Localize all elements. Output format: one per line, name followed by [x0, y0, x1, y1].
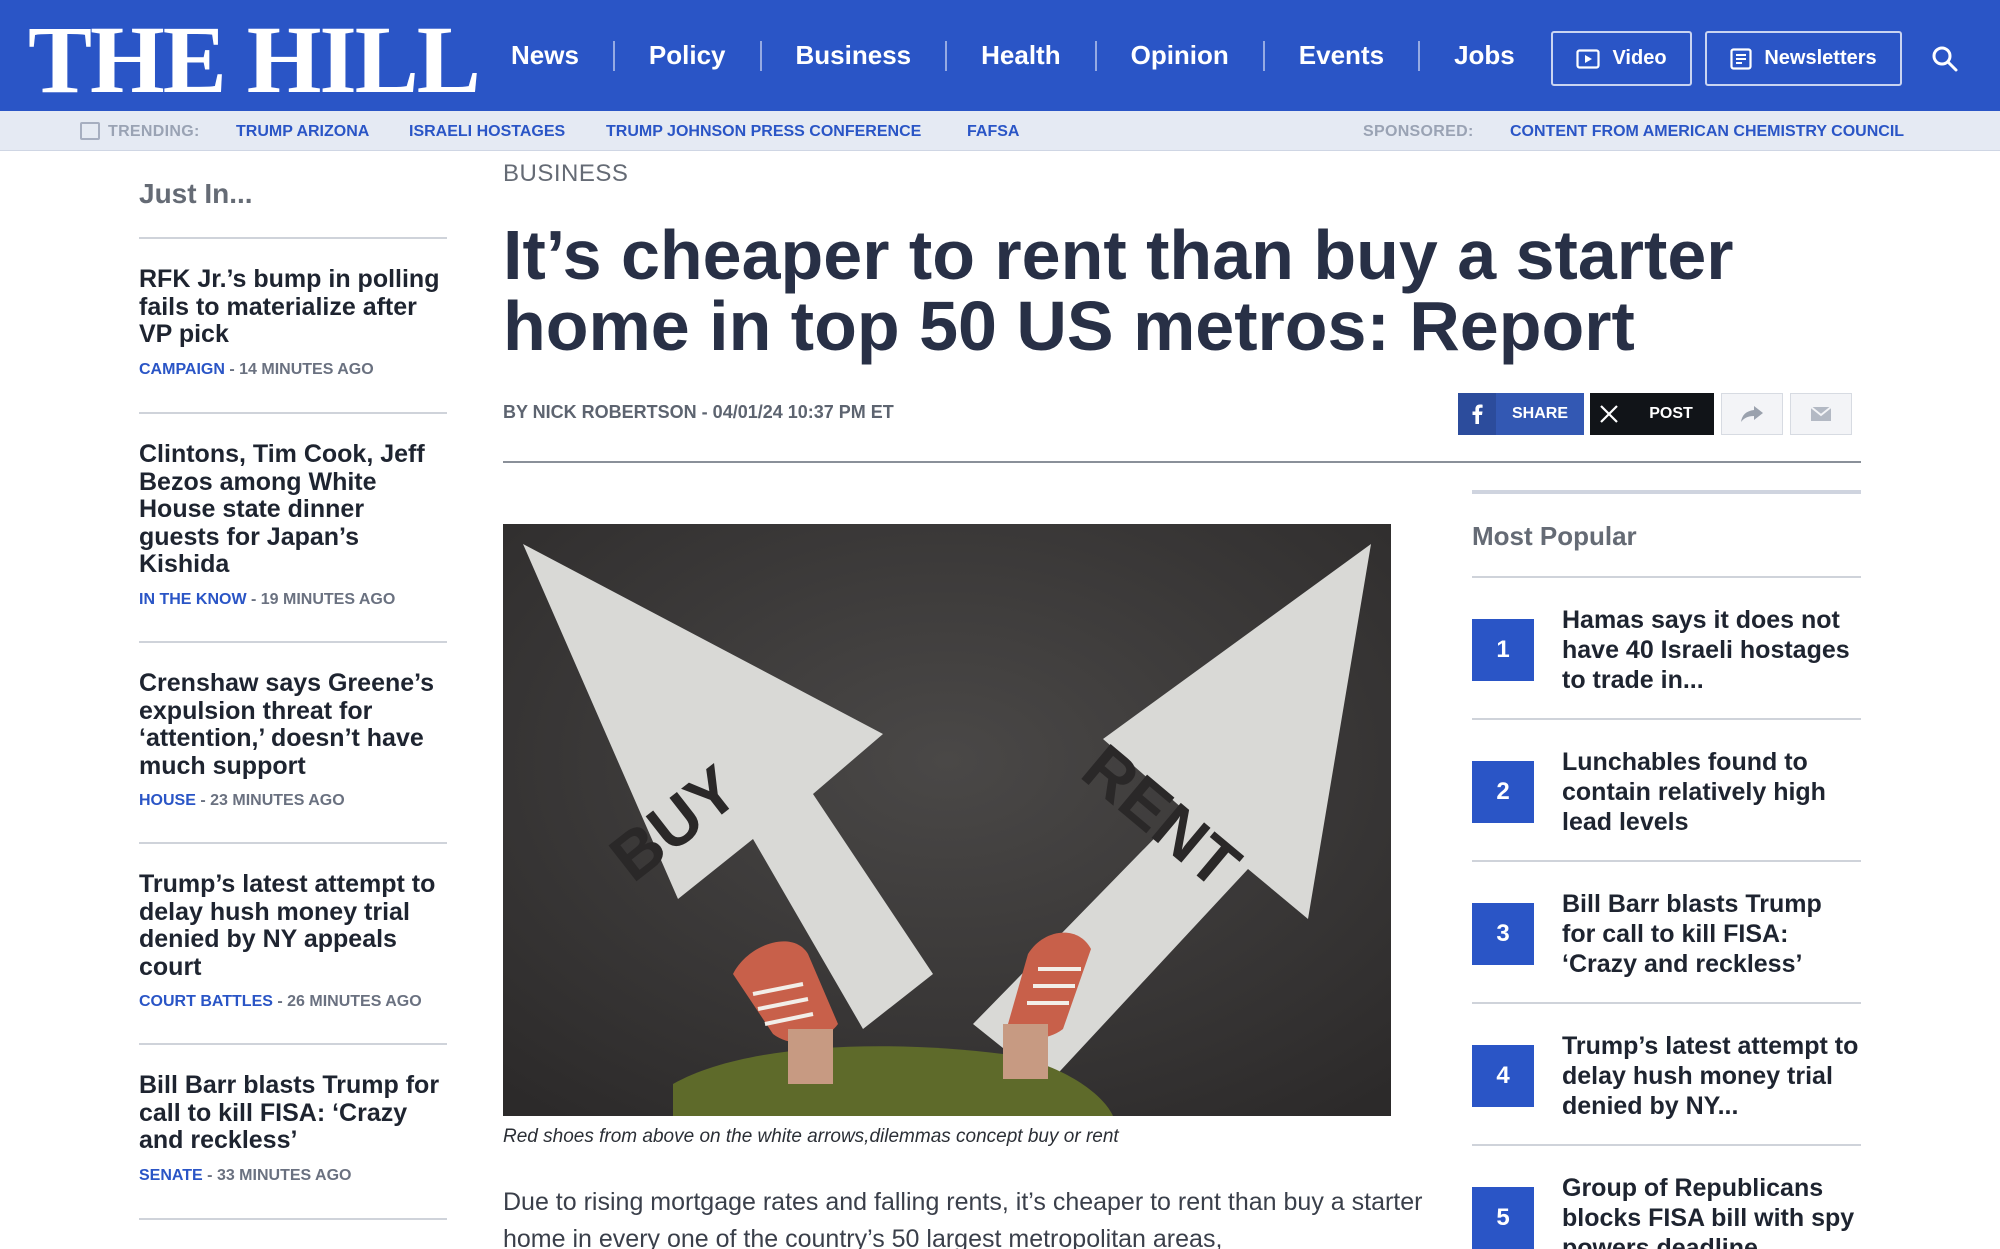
- divider: [139, 1218, 447, 1220]
- most-popular-item: 3 Bill Barr blasts Trump for call to kil…: [1472, 861, 1861, 981]
- nav-jobs[interactable]: Jobs: [1420, 40, 1549, 71]
- email-icon[interactable]: [1790, 393, 1852, 435]
- most-popular-headline[interactable]: Trump’s latest attempt to delay hush mon…: [1562, 1031, 1862, 1121]
- just-in-title: Just In...: [139, 178, 253, 209]
- rank-badge: 1: [1472, 619, 1534, 681]
- just-in-category[interactable]: IN THE KNOW: [139, 591, 247, 608]
- video-icon: [1576, 48, 1601, 69]
- just-in-headline[interactable]: Bill Barr blasts Trump for call to kill …: [139, 1071, 449, 1155]
- divider: [1472, 490, 1861, 494]
- just-in-time: - 26 MINUTES AGO: [272, 993, 422, 1010]
- newsletters-button[interactable]: Newsletters: [1705, 31, 1902, 86]
- main-nav: News Policy Business Health Opinion Even…: [485, 0, 1549, 111]
- rank-badge: 3: [1472, 903, 1534, 965]
- just-in-item: Clintons, Tim Cook, Jeff Bezos among Whi…: [139, 440, 449, 609]
- just-in-headline[interactable]: Clintons, Tim Cook, Jeff Bezos among Whi…: [139, 440, 449, 579]
- search-icon[interactable]: [1930, 44, 1960, 74]
- trending-link[interactable]: ISRAELI HOSTAGES: [409, 123, 565, 141]
- newsletters-label: Newsletters: [1764, 47, 1877, 69]
- divider: [139, 641, 447, 643]
- nav-business[interactable]: Business: [762, 40, 946, 71]
- trending-label: TRENDING:: [108, 123, 200, 140]
- x-post-label: POST: [1649, 405, 1693, 422]
- rank-badge: 2: [1472, 761, 1534, 823]
- divider: [139, 412, 447, 414]
- most-popular-headline[interactable]: Lunchables found to contain relatively h…: [1562, 747, 1862, 837]
- just-in-meta: SENATE - 33 MINUTES AGO: [139, 1167, 449, 1185]
- just-in-meta: IN THE KNOW - 19 MINUTES AGO: [139, 591, 449, 609]
- just-in-headline[interactable]: RFK Jr.’s bump in polling fails to mater…: [139, 265, 449, 349]
- article-section[interactable]: BUSINESS: [503, 160, 628, 188]
- just-in-meta: CAMPAIGN - 14 MINUTES AGO: [139, 361, 449, 379]
- article-hero-image: BUY RENT: [503, 524, 1391, 1116]
- nav-events[interactable]: Events: [1265, 40, 1418, 71]
- divider: [139, 1043, 447, 1045]
- trending-link[interactable]: FAFSA: [967, 123, 1019, 141]
- most-popular-headline[interactable]: Hamas says it does not have 40 Israeli h…: [1562, 605, 1862, 695]
- x-post-button[interactable]: POST: [1590, 393, 1714, 435]
- most-popular-item: 1 Hamas says it does not have 40 Israeli…: [1472, 577, 1861, 697]
- article-headline: It’s cheaper to rent than buy a starter …: [503, 216, 1734, 365]
- video-button[interactable]: Video: [1551, 31, 1692, 86]
- just-in-time: - 23 MINUTES AGO: [195, 792, 345, 809]
- nav-news[interactable]: News: [485, 40, 613, 71]
- most-popular-item: 2 Lunchables found to contain relatively…: [1472, 719, 1861, 839]
- trending-icon: [80, 122, 100, 140]
- nav-opinion[interactable]: Opinion: [1097, 40, 1263, 71]
- divider: [503, 461, 1861, 463]
- image-caption: Red shoes from above on the white arrows…: [503, 1126, 1119, 1147]
- site-header: THE HILL News Policy Business Health Opi…: [0, 0, 2000, 111]
- facebook-share-label: SHARE: [1511, 405, 1568, 422]
- just-in-time: - 14 MINUTES AGO: [224, 360, 374, 378]
- just-in-meta: HOUSE - 23 MINUTES AGO: [139, 792, 449, 810]
- just-in-meta: COURT BATTLES - 26 MINUTES AGO: [139, 993, 449, 1011]
- just-in-category[interactable]: SENATE: [139, 1167, 203, 1184]
- just-in-headline[interactable]: Trump’s latest attempt to delay hush mon…: [139, 870, 449, 981]
- sponsored-link[interactable]: CONTENT FROM AMERICAN CHEMISTRY COUNCIL: [1510, 123, 1904, 141]
- most-popular-title: Most Popular: [1472, 521, 1637, 551]
- divider: [139, 842, 447, 844]
- article-byline: BY NICK ROBERTSON - 04/01/24 10:37 PM ET: [503, 402, 894, 422]
- nav-policy[interactable]: Policy: [615, 40, 760, 71]
- just-in-item: RFK Jr.’s bump in polling fails to mater…: [139, 265, 449, 379]
- facebook-share-button[interactable]: SHARE: [1458, 393, 1584, 435]
- just-in-time: - 19 MINUTES AGO: [246, 590, 396, 608]
- most-popular-item: 5 Group of Republicans blocks FISA bill …: [1472, 1145, 1861, 1249]
- trending-link[interactable]: TRUMP ARIZONA: [236, 123, 369, 141]
- most-popular-headline[interactable]: Group of Republicans blocks FISA bill wi…: [1562, 1173, 1861, 1249]
- most-popular-item: 4 Trump’s latest attempt to delay hush m…: [1472, 1003, 1861, 1123]
- just-in-item: Trump’s latest attempt to delay hush mon…: [139, 870, 449, 1011]
- article-body: Due to rising mortgage rates and falling…: [503, 1188, 1423, 1249]
- just-in-category[interactable]: COURT BATTLES: [139, 993, 273, 1010]
- divider: [139, 237, 447, 239]
- most-popular-headline[interactable]: Bill Barr blasts Trump for call to kill …: [1562, 889, 1862, 979]
- site-logo[interactable]: THE HILL: [28, 12, 481, 108]
- just-in-category[interactable]: CAMPAIGN: [139, 361, 225, 378]
- trending-link[interactable]: TRUMP JOHNSON PRESS CONFERENCE: [606, 123, 921, 141]
- video-label: Video: [1612, 47, 1667, 69]
- just-in-headline[interactable]: Crenshaw says Greene’s expulsion threat …: [139, 669, 449, 780]
- x-icon: [1590, 393, 1628, 435]
- sponsored-label: SPONSORED:: [1363, 123, 1474, 140]
- trending-bar: TRENDING: TRUMP ARIZONA ISRAELI HOSTAGES…: [0, 111, 2000, 151]
- rank-badge: 5: [1472, 1187, 1534, 1249]
- newsletter-icon: [1730, 47, 1752, 70]
- rank-badge: 4: [1472, 1045, 1534, 1107]
- just-in-item: Bill Barr blasts Trump for call to kill …: [139, 1071, 449, 1185]
- share-icon[interactable]: [1721, 393, 1783, 435]
- just-in-item: Crenshaw says Greene’s expulsion threat …: [139, 669, 449, 810]
- facebook-icon: [1458, 393, 1496, 435]
- nav-health[interactable]: Health: [947, 40, 1094, 71]
- just-in-time: - 33 MINUTES AGO: [202, 1166, 352, 1184]
- just-in-category[interactable]: HOUSE: [139, 792, 196, 809]
